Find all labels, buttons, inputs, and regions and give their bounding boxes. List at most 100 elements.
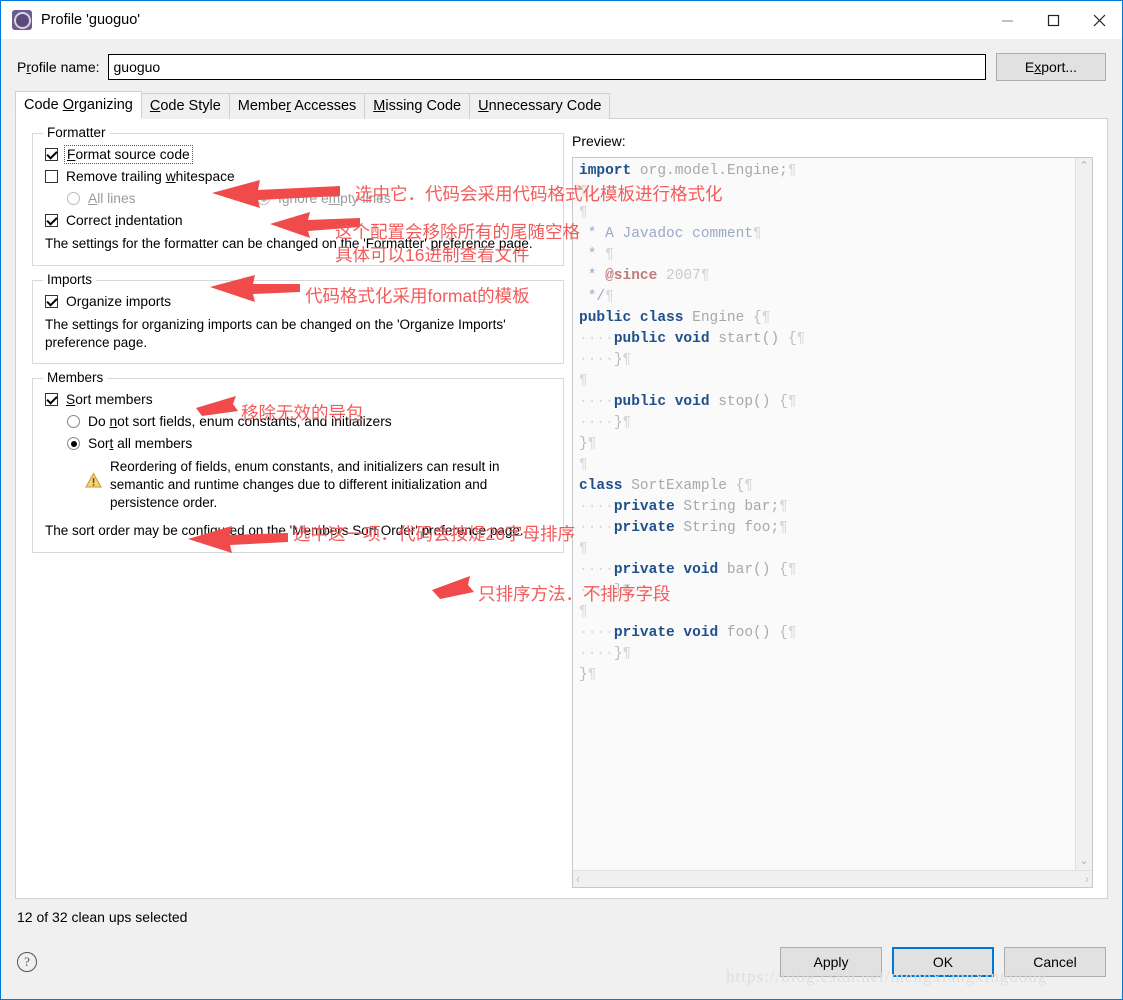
preview-horizontal-scrollbar[interactable]: ‹ › (573, 870, 1092, 887)
code-line: public class Engine {¶ (579, 310, 771, 326)
dialog-buttons: Apply OK Cancel (780, 947, 1106, 977)
ignore-empty-lines-label: Ignore empty lines (278, 191, 391, 206)
correct-indentation-checkbox[interactable] (45, 214, 58, 227)
all-lines-label: All lines (88, 191, 136, 206)
remove-trailing-whitespace-label: Remove trailing whitespace (66, 169, 235, 184)
close-icon[interactable] (1076, 1, 1122, 39)
profile-gear-icon (12, 10, 32, 30)
profile-name-label: Profile name: (17, 59, 100, 75)
ignore-empty-lines-radio[interactable] (257, 192, 270, 205)
code-line: ····public void stop() {¶ (579, 394, 797, 410)
code-line: ····}¶ (579, 583, 632, 599)
do-not-sort-fields-label: Do not sort fields, enum constants, and … (88, 414, 392, 430)
correct-indentation-row[interactable]: Correct indentation (45, 213, 551, 228)
ignore-empty-lines-row[interactable]: Ignore empty lines (257, 191, 391, 206)
sort-all-members-radio[interactable] (67, 437, 80, 451)
scroll-down-icon[interactable]: ⌄ (1079, 856, 1088, 867)
do-not-sort-fields-radio[interactable] (67, 415, 80, 429)
code-line: */¶ (579, 289, 614, 305)
tab-strip: Code Organizing Code Style Member Access… (1, 91, 1122, 119)
organize-imports-checkbox[interactable] (45, 294, 58, 308)
code-line: ¶ (579, 541, 588, 557)
code-line: ····private String bar;¶ (579, 499, 788, 515)
tab-unnecessary-code[interactable]: Unnecessary Code (469, 93, 611, 119)
members-warning-text: Reordering of fields, enum constants, an… (110, 459, 500, 511)
tab-member-accesses[interactable]: Member Accesses (228, 93, 366, 119)
correct-indentation-label: Correct indentation (66, 213, 183, 228)
window-title: Profile 'guoguo' (41, 12, 141, 28)
dialog-button-bar: ? Apply OK Cancel (1, 925, 1122, 999)
preview-column: Preview: import org.model.Engine;¶ ¶ ¶ * A… (564, 119, 1107, 898)
code-line: ····}¶ (579, 352, 632, 368)
code-line: ····}¶ (579, 415, 632, 431)
code-line: }¶ (579, 667, 597, 683)
formatter-description: The settings for the formatter can be ch… (45, 236, 533, 251)
ok-button[interactable]: OK (892, 947, 994, 977)
scroll-right-icon[interactable]: › (1085, 873, 1089, 885)
formatter-group: Formatter Format source code Remove trai… (32, 125, 564, 266)
members-group: Members Sort members Do not sort fields,… (32, 370, 564, 553)
members-group-title: Members (43, 370, 108, 386)
options-column: Formatter Format source code Remove trai… (16, 119, 564, 898)
preview-pane: import org.model.Engine;¶ ¶ ¶ * A Javadoc … (572, 157, 1093, 888)
imports-description: The settings for organizing imports can … (45, 316, 506, 350)
remove-trailing-whitespace-row[interactable]: Remove trailing whitespace (45, 169, 551, 184)
title-bar: Profile 'guoguo' (1, 1, 1122, 39)
organize-imports-label: Organize imports (66, 293, 172, 309)
window-controls (984, 1, 1122, 39)
code-line: ····private void foo() {¶ (579, 625, 797, 641)
do-not-sort-fields-row[interactable]: Do not sort fields, enum constants, and … (67, 414, 551, 429)
code-line: * @since 2007¶ (579, 268, 710, 284)
cleanups-selected-text: 12 of 32 clean ups selected (17, 909, 188, 925)
code-line: ¶ (579, 184, 588, 200)
profile-name-row: Profile name: Export... (1, 39, 1122, 91)
code-line: ¶ (579, 205, 588, 221)
members-warning-row: Reordering of fields, enum constants, an… (85, 458, 551, 511)
apply-button[interactable]: Apply (780, 947, 882, 977)
code-line: }¶ (579, 436, 597, 452)
sort-all-members-row[interactable]: Sort all members (67, 436, 551, 451)
format-source-code-checkbox[interactable] (45, 148, 58, 161)
profile-name-input[interactable] (107, 54, 986, 80)
tab-missing-code[interactable]: Missing Code (364, 93, 471, 119)
members-description: The sort order may be configured on the … (45, 522, 524, 538)
sort-members-row[interactable]: Sort members (45, 392, 551, 407)
code-line: ¶ (579, 604, 588, 620)
cancel-button[interactable]: Cancel (1004, 947, 1106, 977)
sort-members-label: Sort members (66, 392, 153, 408)
tab-code-style[interactable]: Code Style (140, 93, 230, 119)
whitespace-scope-radios: All lines Ignore empty lines (45, 191, 551, 206)
scroll-up-icon[interactable]: ⌃ (1079, 161, 1088, 172)
preview-vertical-scrollbar[interactable]: ⌃ ⌄ (1075, 158, 1092, 870)
code-line: ····private String foo;¶ (579, 520, 788, 536)
remove-trailing-whitespace-checkbox[interactable] (45, 170, 58, 183)
profile-dialog-window: Profile 'guoguo' Profile name: Export...… (0, 0, 1123, 1000)
code-line: ¶ (579, 457, 588, 473)
preview-label: Preview: (572, 133, 626, 149)
help-icon[interactable]: ? (17, 952, 37, 972)
minimize-icon[interactable] (984, 1, 1030, 39)
warning-triangle-icon (85, 472, 102, 489)
code-line: import org.model.Engine;¶ (579, 163, 797, 179)
formatter-group-title: Formatter (43, 125, 110, 140)
all-lines-radio[interactable] (67, 192, 80, 205)
format-source-code-label: Format source code (64, 145, 193, 164)
code-line: ····public void start() {¶ (579, 331, 806, 347)
code-line: ····private void bar() {¶ (579, 562, 797, 578)
preview-code: import org.model.Engine;¶ ¶ ¶ * A Javadoc … (573, 158, 1075, 870)
organize-imports-row[interactable]: Organize imports (45, 294, 551, 309)
export-button[interactable]: Export... (996, 53, 1106, 81)
maximize-icon[interactable] (1030, 1, 1076, 39)
tab-panel-code-organizing: Formatter Format source code Remove trai… (15, 118, 1108, 899)
code-line: ¶ (579, 373, 588, 389)
sort-members-checkbox[interactable] (45, 393, 58, 407)
code-line: ····}¶ (579, 646, 632, 662)
status-row: 12 of 32 clean ups selected (1, 899, 1122, 925)
scroll-left-icon[interactable]: ‹ (576, 873, 580, 885)
all-lines-row[interactable]: All lines (67, 191, 257, 206)
format-source-code-row[interactable]: Format source code (45, 145, 551, 164)
code-line: * ¶ (579, 247, 614, 263)
code-line: * A Javadoc comment¶ (579, 226, 762, 242)
tab-code-organizing[interactable]: Code Organizing (15, 91, 142, 119)
code-line: class SortExample {¶ (579, 478, 754, 494)
